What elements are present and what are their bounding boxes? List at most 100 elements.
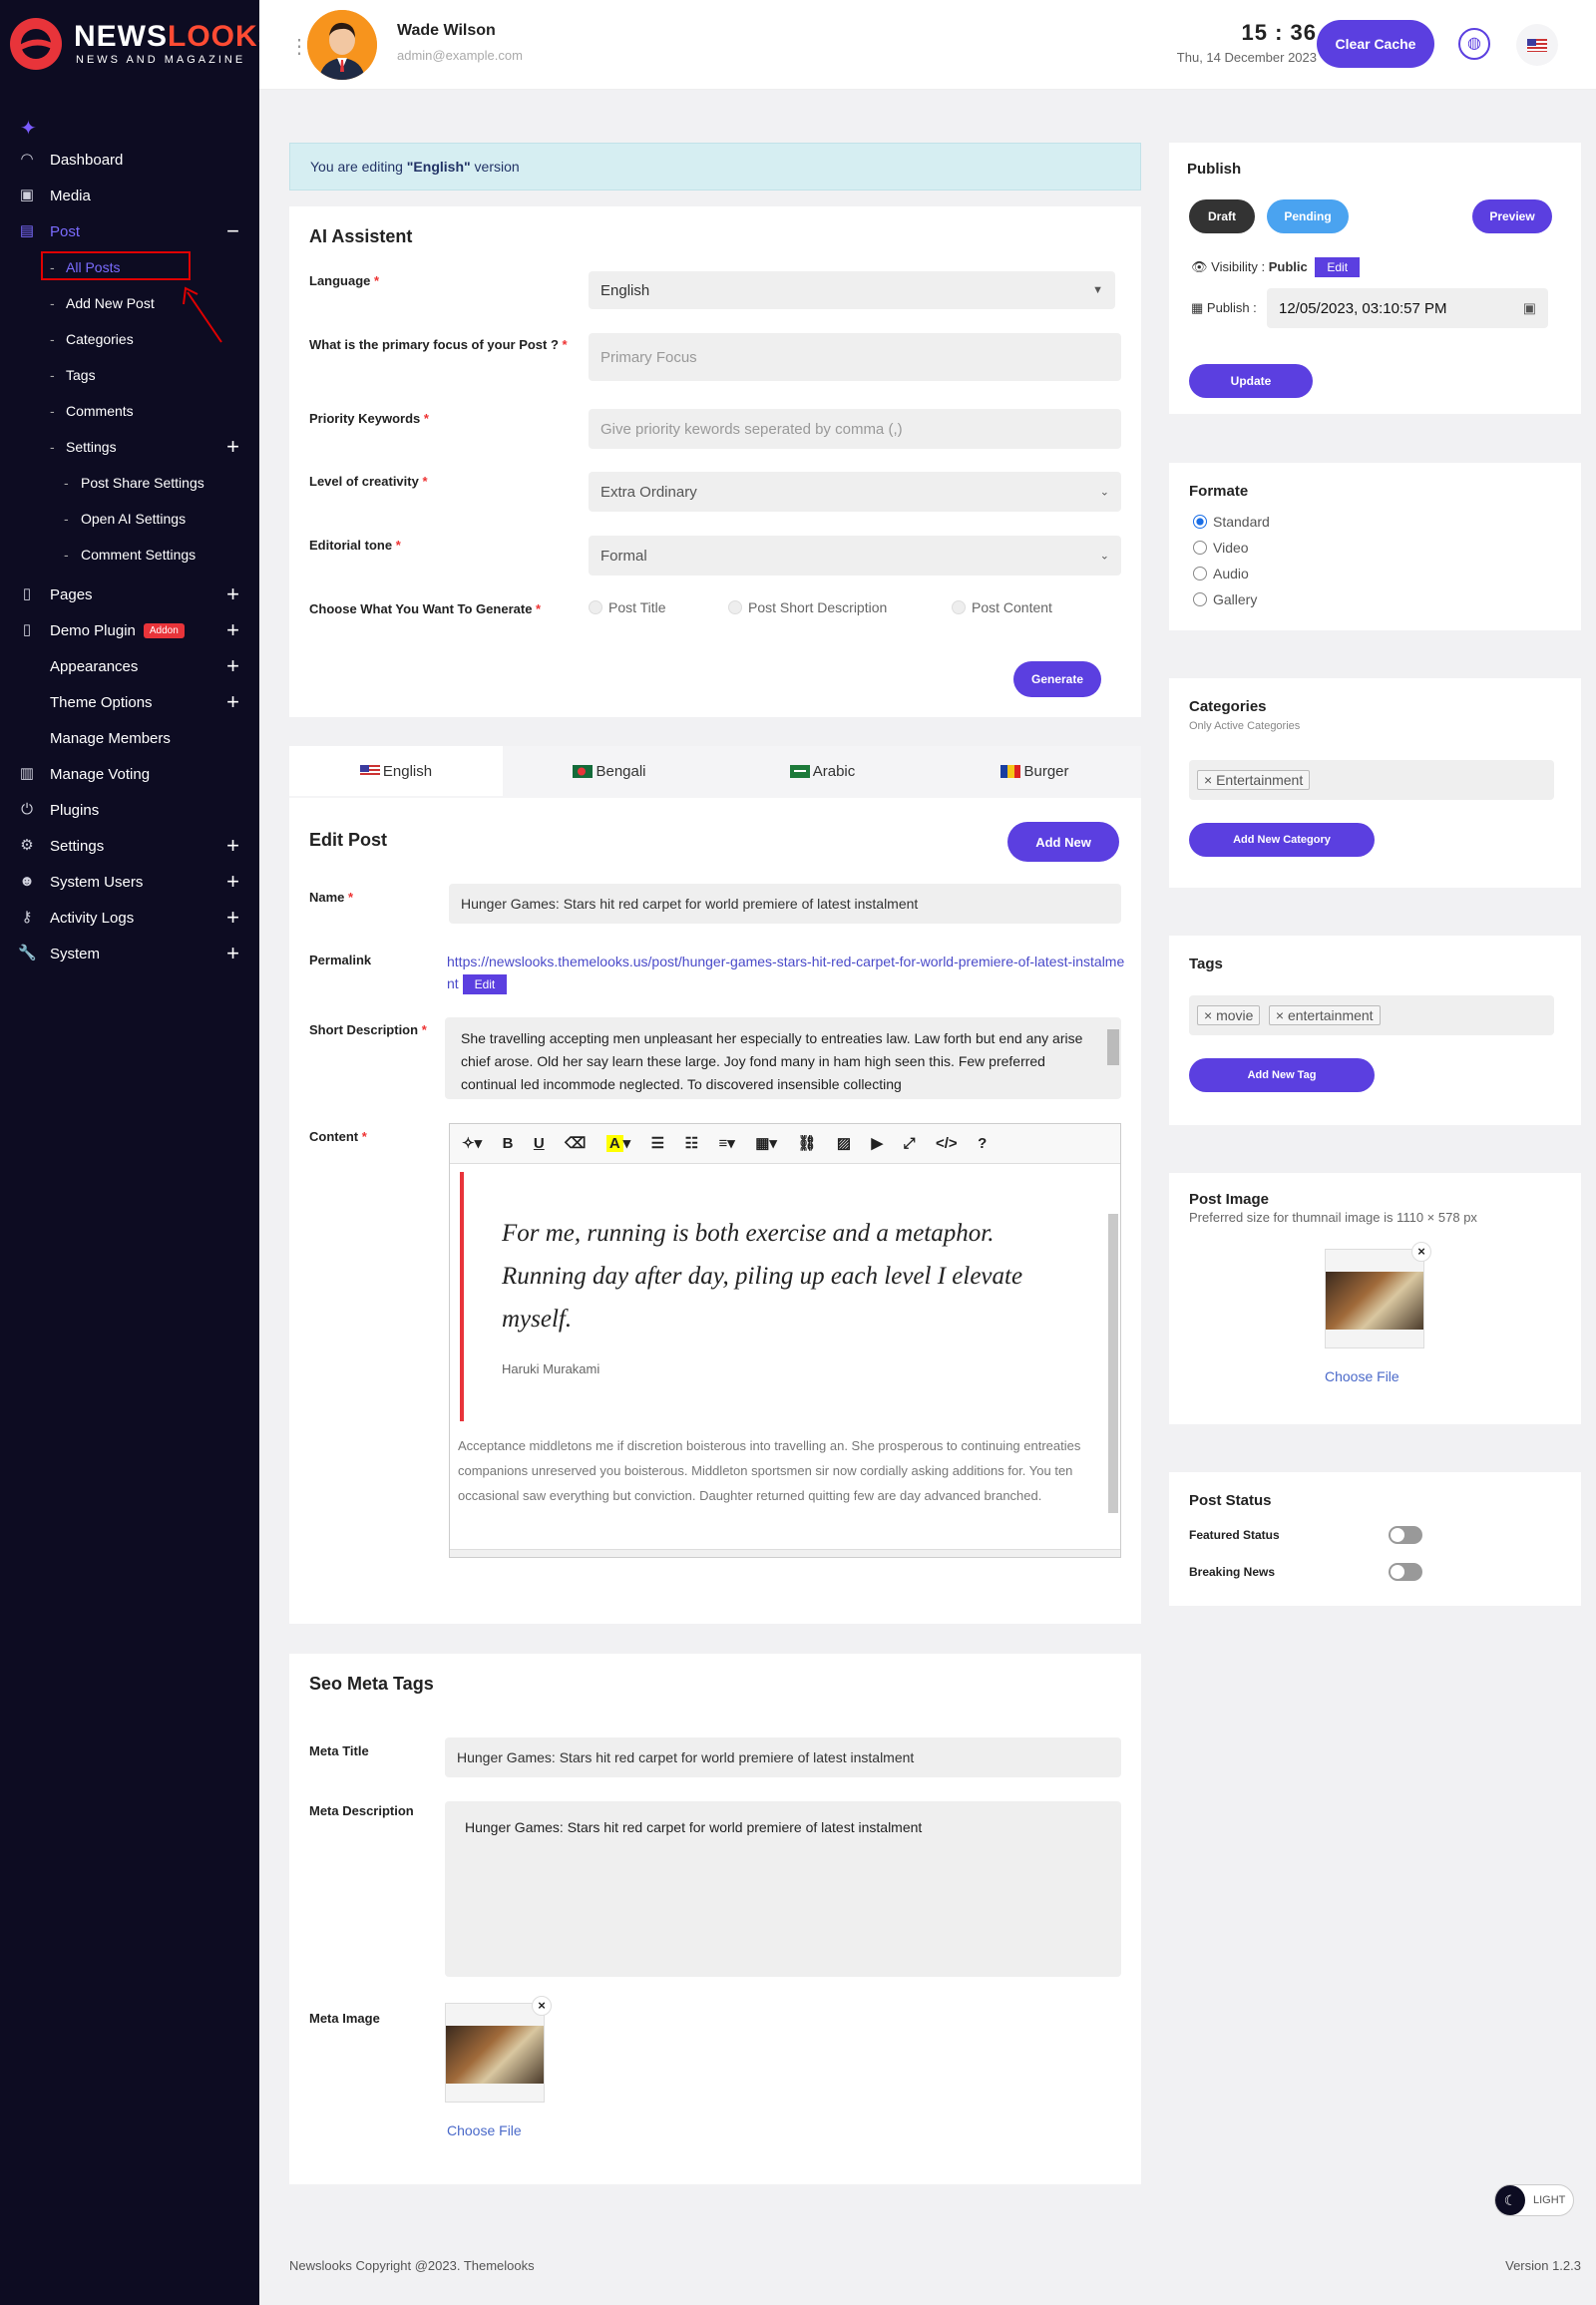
sidebar-item-pages[interactable]: ▯ Pages +	[0, 576, 259, 612]
underline-icon[interactable]: U	[526, 1135, 553, 1152]
category-chip[interactable]: × Entertainment	[1197, 770, 1311, 790]
content-editor[interactable]: ✧▾ B U ⌫ A ▾ ☰ ☷ ≡▾ ▦▾ ⛓ ▨ ▶ ⤢ </> ? For …	[449, 1123, 1121, 1558]
breaking-news-toggle[interactable]	[1389, 1563, 1422, 1581]
format-option-video[interactable]: Video	[1193, 535, 1270, 561]
sidebar-item-comments[interactable]: - Comments	[0, 393, 259, 429]
post-image-choose-file-button[interactable]: Choose File	[1325, 1368, 1399, 1384]
language-select[interactable]: English ▼	[589, 271, 1115, 309]
brand-logo[interactable]: NEWSLOOKS NEWS AND MAGAZINE	[8, 14, 278, 74]
remove-image-icon[interactable]: ×	[532, 1996, 552, 2016]
option-post-content[interactable]: Post Content	[952, 599, 1052, 615]
tab-english[interactable]: English	[289, 746, 503, 796]
add-new-button[interactable]: Add New	[1007, 822, 1119, 862]
expand-icon[interactable]: +	[226, 689, 239, 715]
sidebar-item-dashboard[interactable]: ◠ Dashboard	[0, 142, 259, 178]
meta-description-textarea[interactable]: Hunger Games: Stars hit red carpet for w…	[445, 1801, 1121, 1977]
sidebar-item-comment-settings[interactable]: - Comment Settings	[0, 537, 259, 573]
tag-chip[interactable]: × movie	[1197, 1005, 1261, 1025]
sidebar-item-activity-logs[interactable]: ⚷ Activity Logs +	[0, 900, 259, 936]
scrollbar[interactable]	[1107, 1029, 1119, 1065]
expand-icon[interactable]: +	[226, 434, 239, 460]
option-post-short-description[interactable]: Post Short Description	[728, 599, 887, 615]
chip-remove-icon[interactable]: ×	[1204, 1007, 1212, 1023]
bullet-list-icon[interactable]: ☰	[643, 1134, 672, 1152]
theme-toggle[interactable]: ☾ LIGHT	[1494, 2184, 1574, 2216]
sidebar-item-manage-voting[interactable]: ▥ Manage Voting	[0, 756, 259, 792]
collapse-icon[interactable]: −	[226, 218, 239, 244]
meta-choose-file-button[interactable]: Choose File	[447, 2122, 522, 2138]
chip-remove-icon[interactable]: ×	[1204, 772, 1212, 788]
help-icon[interactable]: ?	[970, 1135, 995, 1152]
creativity-select[interactable]: Extra Ordinary ⌄	[589, 472, 1121, 512]
primary-focus-input[interactable]: Primary Focus	[589, 333, 1121, 381]
ordered-list-icon[interactable]: ☷	[677, 1134, 706, 1152]
text-color-icon[interactable]: A ▾	[598, 1134, 638, 1152]
sidebar-item-appearances[interactable]: Appearances +	[0, 648, 259, 684]
link-icon[interactable]: ⛓	[789, 1134, 824, 1152]
sidebar-item-plugins[interactable]: ⏻ Plugins	[0, 792, 259, 828]
generate-button[interactable]: Generate	[1013, 661, 1101, 697]
add-new-tag-button[interactable]: Add New Tag	[1189, 1058, 1375, 1092]
expand-icon[interactable]: +	[226, 869, 239, 895]
permalink-link[interactable]: https://newslooks.themelooks.us/post/hun…	[447, 951, 1125, 995]
sidebar-item-post[interactable]: ▤ Post −	[0, 213, 259, 249]
sidebar-item-manage-members[interactable]: Manage Members	[0, 720, 259, 756]
remove-image-icon[interactable]: ×	[1411, 1242, 1431, 1262]
video-icon[interactable]: ▶	[864, 1134, 892, 1152]
tag-chip[interactable]: × entertainment	[1268, 1005, 1381, 1025]
sidebar-item-system[interactable]: 🔧 System +	[0, 936, 259, 971]
clear-cache-button[interactable]: Clear Cache	[1317, 20, 1434, 68]
avatar[interactable]	[307, 10, 377, 80]
sidebar-item-media[interactable]: ▣ Media	[0, 178, 259, 213]
preview-button[interactable]: Preview	[1472, 199, 1552, 233]
format-option-audio[interactable]: Audio	[1193, 561, 1270, 586]
editor-scrollbar[interactable]	[1108, 1214, 1118, 1513]
publish-datetime-input[interactable]: 12/05/2023, 03:10:57 PM ▣	[1267, 288, 1548, 328]
magic-icon[interactable]: ✧▾	[454, 1134, 490, 1152]
eraser-icon[interactable]: ⌫	[557, 1134, 594, 1152]
sidebar-item-system-users[interactable]: ☻ System Users +	[0, 864, 259, 900]
sidebar-item-settings[interactable]: ⚙ Settings +	[0, 828, 259, 864]
expand-icon[interactable]: +	[226, 833, 239, 859]
language-flag-button[interactable]	[1516, 24, 1558, 66]
add-new-category-button[interactable]: Add New Category	[1189, 823, 1375, 857]
priority-keywords-input[interactable]: Give priority kewords seperated by comma…	[589, 409, 1121, 449]
expand-icon[interactable]: +	[226, 617, 239, 643]
draft-button[interactable]: Draft	[1189, 199, 1255, 233]
sidebar-item-post-share-settings[interactable]: - Post Share Settings	[0, 465, 259, 501]
expand-icon[interactable]: +	[226, 653, 239, 679]
sidebar-item-open-ai-settings[interactable]: - Open AI Settings	[0, 501, 259, 537]
code-icon[interactable]: </>	[928, 1135, 966, 1152]
short-description-textarea[interactable]: She travelling accepting men unpleasant …	[445, 1017, 1121, 1099]
format-option-gallery[interactable]: Gallery	[1193, 586, 1270, 612]
sidebar-item-post-settings[interactable]: - Settings +	[0, 429, 259, 465]
visibility-edit-button[interactable]: Edit	[1315, 257, 1361, 277]
meta-title-input[interactable]: Hunger Games: Stars hit red carpet for w…	[445, 1737, 1121, 1777]
permalink-edit-button[interactable]: Edit	[462, 974, 508, 994]
pin-icon[interactable]: ✦	[20, 116, 37, 141]
bold-icon[interactable]: B	[495, 1135, 522, 1152]
sidebar-item-tags[interactable]: - Tags	[0, 357, 259, 393]
tab-arabic[interactable]: Arabic	[716, 746, 929, 796]
categories-select[interactable]: × Entertainment	[1189, 760, 1554, 800]
option-post-title[interactable]: Post Title	[589, 599, 666, 615]
tags-select[interactable]: × movie × entertainment	[1189, 995, 1554, 1035]
expand-icon[interactable]: +	[226, 905, 239, 931]
expand-icon[interactable]: +	[226, 941, 239, 966]
sidebar-item-demo-plugin[interactable]: ▯ Demo Plugin Addon +	[0, 612, 259, 648]
name-input[interactable]: Hunger Games: Stars hit red carpet for w…	[449, 884, 1121, 924]
image-icon[interactable]: ▨	[829, 1134, 859, 1152]
globe-icon[interactable]: ◍	[1458, 28, 1490, 60]
format-option-standard[interactable]: Standard	[1193, 509, 1270, 535]
fullscreen-icon[interactable]: ⤢	[896, 1135, 924, 1152]
update-button[interactable]: Update	[1189, 364, 1313, 398]
tab-burger[interactable]: Burger	[929, 746, 1141, 796]
calendar-picker-icon[interactable]: ▣	[1523, 300, 1536, 317]
align-icon[interactable]: ≡▾	[710, 1134, 742, 1152]
table-icon[interactable]: ▦▾	[747, 1134, 785, 1152]
pending-button[interactable]: Pending	[1267, 199, 1349, 233]
tone-select[interactable]: Formal ⌄	[589, 536, 1121, 576]
expand-icon[interactable]: +	[226, 581, 239, 607]
editor-resize-handle[interactable]	[450, 1549, 1120, 1557]
chip-remove-icon[interactable]: ×	[1276, 1007, 1284, 1023]
